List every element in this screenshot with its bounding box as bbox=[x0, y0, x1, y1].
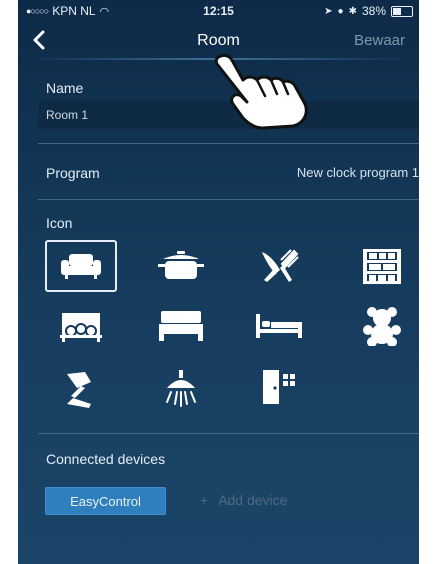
icon-label: Icon bbox=[46, 215, 73, 231]
divider bbox=[38, 143, 419, 144]
single-bed-icon[interactable] bbox=[243, 300, 315, 352]
bluetooth-icon: ✱ bbox=[348, 5, 357, 17]
shelf-icon[interactable] bbox=[346, 240, 418, 292]
pointing-hand-icon bbox=[214, 54, 308, 130]
desk-lamp-icon[interactable] bbox=[45, 362, 117, 414]
device-button-easycontrol[interactable]: EasyControl bbox=[45, 487, 166, 515]
battery-icon bbox=[391, 5, 413, 17]
name-label: Name bbox=[46, 80, 84, 96]
divider bbox=[38, 433, 419, 434]
family-icon[interactable] bbox=[45, 300, 117, 352]
battery-percent: 38% bbox=[361, 4, 386, 18]
plus-icon: + bbox=[200, 492, 209, 508]
add-device-label: Add device bbox=[218, 492, 288, 508]
add-device-button[interactable]: + Add device bbox=[200, 492, 287, 508]
location-icon: ➤ bbox=[324, 5, 333, 17]
connected-devices-label: Connected devices bbox=[46, 451, 166, 467]
cutlery-icon[interactable] bbox=[243, 240, 315, 292]
alarm-icon: ● bbox=[337, 5, 344, 17]
phone-screen: ●○○○○ KPN NL ◠ 12:15 ➤ ● ✱ 38% Room Bewa… bbox=[18, 0, 419, 564]
double-bed-icon[interactable] bbox=[145, 300, 217, 352]
status-bar: ●○○○○ KPN NL ◠ 12:15 ➤ ● ✱ 38% bbox=[18, 0, 419, 22]
teddy-bear-icon[interactable] bbox=[346, 300, 418, 352]
door-icon[interactable] bbox=[243, 362, 315, 414]
program-value[interactable]: New clock program 1 bbox=[297, 165, 419, 180]
divider bbox=[38, 199, 419, 200]
program-label: Program bbox=[46, 165, 100, 181]
sofa-icon[interactable] bbox=[45, 240, 117, 292]
pot-icon[interactable] bbox=[145, 240, 217, 292]
shower-icon[interactable] bbox=[145, 362, 217, 414]
save-button[interactable]: Bewaar bbox=[354, 32, 405, 49]
